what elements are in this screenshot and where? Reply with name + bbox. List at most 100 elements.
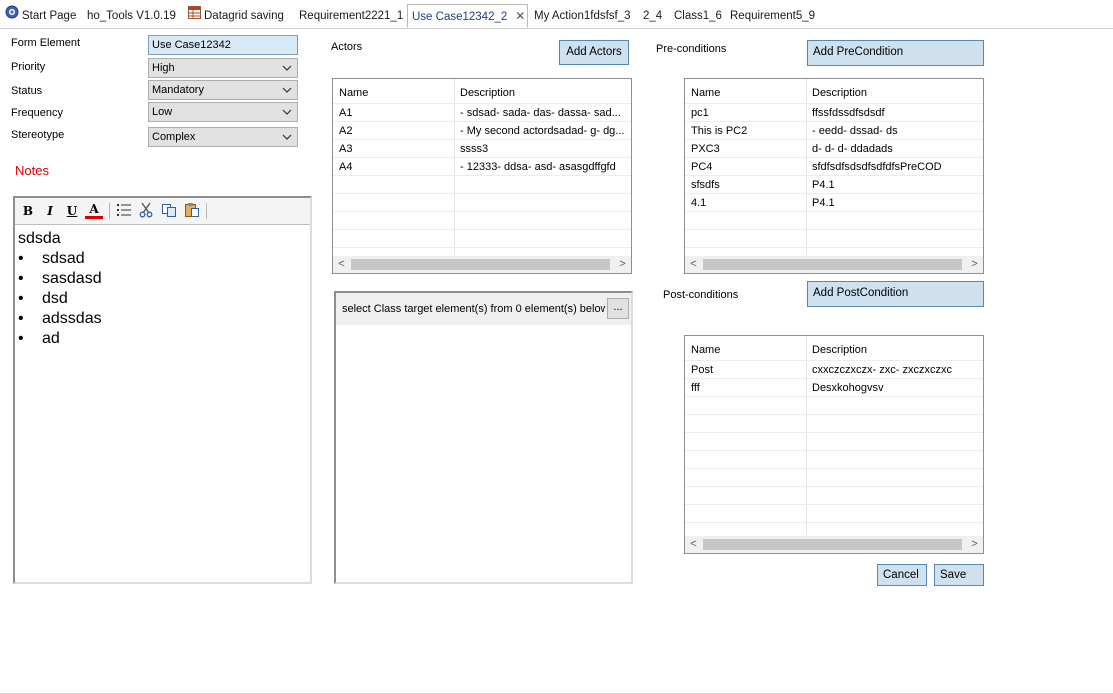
table-cell-name[interactable]: PXC3 — [685, 140, 805, 158]
add-precondition-button[interactable]: Add PreCondition — [807, 40, 984, 66]
underline-button[interactable]: U — [63, 202, 81, 220]
paste-button[interactable] — [183, 202, 201, 220]
tab-my-action[interactable]: My Action1fdsfsf_3 — [534, 5, 631, 27]
column-header-description[interactable]: Description — [806, 341, 976, 359]
priority-dropdown[interactable]: High — [148, 58, 298, 78]
bold-button[interactable]: B — [19, 202, 37, 220]
font-color-button[interactable]: A — [85, 202, 103, 219]
table-cell-description[interactable]: Desxkohogvsv — [806, 379, 981, 397]
row-divider — [685, 247, 983, 248]
scroll-left-icon[interactable]: < — [685, 256, 702, 273]
actors-table[interactable]: Name Description A1 - sdsad- sada- das- … — [332, 78, 632, 274]
table-cell-description[interactable]: - eedd- dssad- ds — [806, 122, 981, 140]
table-cell-name[interactable]: A4 — [333, 158, 453, 176]
row-divider — [333, 229, 631, 230]
preconditions-table[interactable]: Name Description pc1 ffssfdssdfsdsdf Thi… — [684, 78, 984, 274]
row-divider — [685, 396, 983, 397]
close-tab-icon[interactable]: ✕ — [515, 9, 525, 23]
table-cell-name[interactable]: A1 — [333, 104, 453, 122]
actors-label: Actors — [331, 41, 363, 53]
table-cell-name[interactable]: Post — [685, 361, 805, 379]
tab-start-page[interactable]: Start Page — [5, 5, 76, 27]
save-button[interactable]: Save — [934, 564, 984, 586]
scrollbar-thumb[interactable] — [703, 259, 962, 270]
paste-icon — [185, 203, 199, 217]
table-cell-name[interactable]: This is PC2 — [685, 122, 805, 140]
table-cell-name[interactable]: sfsdfs — [685, 176, 805, 194]
column-header-name[interactable]: Name — [685, 84, 805, 102]
bullet-list-button[interactable] — [115, 202, 133, 220]
stereotype-label: Stereotype — [11, 129, 65, 141]
column-header-name[interactable]: Name — [333, 84, 453, 102]
scroll-left-icon[interactable]: < — [685, 536, 702, 553]
table-cell-description[interactable]: ffssfdssdfsdsdf — [806, 104, 981, 122]
table-cell-description[interactable]: ssss3 — [454, 140, 629, 158]
row-divider — [685, 229, 983, 230]
tab-datagrid-saving[interactable]: Datagrid saving — [188, 5, 284, 27]
row-divider — [333, 193, 631, 194]
cut-button[interactable] — [137, 202, 155, 220]
notes-content[interactable]: sdsda sdsad sasdasd dsd adssdas ad — [18, 229, 306, 349]
tab-label: Use Case12342_2 — [412, 11, 508, 23]
table-cell-name[interactable]: pc1 — [685, 104, 805, 122]
notes-bullet-item: sdsad — [18, 249, 306, 269]
row-divider — [685, 468, 983, 469]
frequency-dropdown[interactable]: Low — [148, 102, 298, 122]
scroll-right-icon[interactable]: > — [966, 536, 983, 553]
preconditions-label: Pre-conditions — [656, 43, 727, 55]
column-header-name[interactable]: Name — [685, 341, 805, 359]
status-dropdown[interactable]: Mandatory — [148, 80, 298, 100]
column-header-description[interactable]: Description — [454, 84, 624, 102]
table-cell-description[interactable]: cxxczczxczx- zxc- zxczxczxc — [806, 361, 981, 379]
class-target-selector[interactable]: select Class target element(s) from 0 el… — [334, 291, 633, 584]
table-cell-description[interactable]: - My second actordsadad- g- dg... — [454, 122, 629, 140]
table-cell-name[interactable]: 4.1 — [685, 194, 805, 212]
tab-label: Requirement2221_1 — [299, 10, 404, 22]
table-cell-description[interactable]: d- d- d- ddadads — [806, 140, 981, 158]
class-selector-text: select Class target element(s) from 0 el… — [342, 303, 605, 315]
table-cell-name[interactable]: fff — [685, 379, 805, 397]
horizontal-scrollbar[interactable]: < > — [333, 256, 631, 273]
scroll-left-icon[interactable]: < — [333, 256, 350, 273]
table-cell-name[interactable]: A2 — [333, 122, 453, 140]
notes-editor[interactable]: B I U A sdsda sdsad sasdasd dsd adssdas … — [13, 196, 312, 584]
browse-button[interactable]: ... — [607, 298, 629, 319]
table-cell-description[interactable]: sfdfsdfsdsdfsdfdfsPreCOD — [806, 158, 981, 176]
tab-ho-tools[interactable]: ho_Tools V1.0.19 — [87, 5, 176, 27]
postconditions-table[interactable]: Name Description Post cxxczczxczx- zxc- … — [684, 335, 984, 554]
stereotype-value: Complex — [152, 131, 196, 143]
tab-requirement2221[interactable]: Requirement2221_1 — [299, 5, 403, 27]
form-element-field[interactable]: Use Case12342 — [148, 35, 298, 55]
stereotype-dropdown[interactable]: Complex — [148, 127, 298, 147]
table-cell-name[interactable]: A3 — [333, 140, 453, 158]
status-label: Status — [11, 85, 43, 97]
tab-label: 2_4 — [643, 10, 663, 22]
table-cell-name[interactable]: PC4 — [685, 158, 805, 176]
tab-2-4[interactable]: 2_4 — [643, 5, 662, 27]
scroll-right-icon[interactable]: > — [614, 256, 631, 273]
scrollbar-thumb[interactable] — [351, 259, 610, 270]
add-actors-button[interactable]: Add Actors — [559, 40, 629, 65]
tab-requirement5-9[interactable]: Requirement5_9 — [730, 5, 815, 27]
tab-use-case12342[interactable]: Use Case12342_2 ✕ — [407, 4, 528, 28]
column-header-description[interactable]: Description — [806, 84, 976, 102]
table-cell-description[interactable]: - sdsad- sada- das- dassa- sad... — [454, 104, 629, 122]
horizontal-scrollbar[interactable]: < > — [685, 536, 983, 553]
start-page-icon — [5, 5, 19, 27]
notes-bullet-list: sdsad sasdasd dsd adssdas ad — [18, 249, 306, 349]
copy-button[interactable] — [160, 202, 178, 220]
cancel-button[interactable]: Cancel — [877, 564, 927, 586]
italic-button[interactable]: I — [41, 202, 59, 220]
tab-label: Class1_6 — [674, 10, 722, 22]
chevron-down-icon — [282, 65, 292, 71]
scrollbar-thumb[interactable] — [703, 539, 962, 550]
table-cell-description[interactable]: P4.1 — [806, 176, 981, 194]
scroll-right-icon[interactable]: > — [966, 256, 983, 273]
horizontal-scrollbar[interactable]: < > — [685, 256, 983, 273]
tab-class1-6[interactable]: Class1_6 — [674, 5, 722, 27]
row-divider — [685, 414, 983, 415]
table-cell-description[interactable]: P4.1 — [806, 194, 981, 212]
table-cell-description[interactable]: - 12333- ddsa- asd- asasgdffgfd — [454, 158, 629, 176]
add-postcondition-button[interactable]: Add PostCondition — [807, 281, 984, 307]
toolbar-separator — [206, 203, 207, 219]
